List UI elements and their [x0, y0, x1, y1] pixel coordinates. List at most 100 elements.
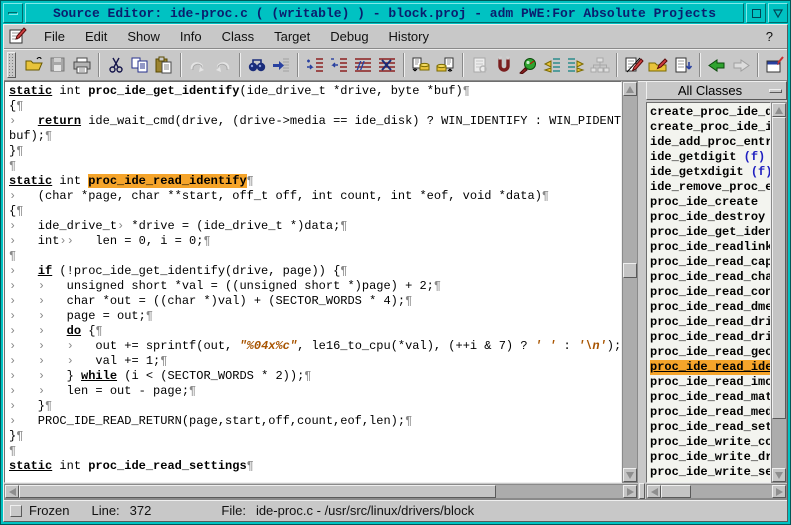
editor-hscrollbar[interactable] [4, 484, 638, 499]
diff-left-button[interactable] [540, 52, 564, 78]
print-icon [72, 56, 92, 74]
classes-vscroll-trough[interactable] [772, 117, 786, 468]
scroll-up-button[interactable] [772, 103, 786, 117]
menu-edit[interactable]: Edit [75, 26, 117, 47]
frozen-toggle[interactable] [10, 505, 22, 517]
toolbar-separator [616, 53, 618, 77]
class-list-item[interactable]: create_proc_ide_interfaces [650, 120, 770, 135]
window-menu-button[interactable] [3, 3, 23, 23]
check-in-button[interactable] [433, 52, 457, 78]
code-line: › › › out += sprintf(out, "%04x%c", le16… [9, 339, 621, 354]
undo-button[interactable] [186, 52, 210, 78]
pane-sash[interactable] [638, 81, 646, 499]
edit-file-button[interactable] [622, 52, 646, 78]
menu-history[interactable]: History [379, 26, 439, 47]
print-button[interactable] [70, 52, 94, 78]
forward-icon [731, 56, 751, 74]
paste-button[interactable] [152, 52, 176, 78]
class-list-item[interactable]: proc_ide_write_driver [650, 450, 770, 465]
class-list-item[interactable]: ide_add_proc_entries [650, 135, 770, 150]
redo-button[interactable] [210, 52, 234, 78]
toolbar-grip[interactable] [7, 52, 16, 78]
menu-show[interactable]: Show [117, 26, 170, 47]
class-list-item[interactable]: proc_ide_read_config [650, 285, 770, 300]
class-list-item[interactable]: proc_ide_read_channel [650, 270, 770, 285]
scroll-down-button[interactable] [623, 468, 637, 482]
uncomment-button[interactable] [375, 52, 399, 78]
class-list-item[interactable]: proc_ide_read_mate [650, 390, 770, 405]
menu-class[interactable]: Class [212, 26, 265, 47]
analyzer-button[interactable] [516, 52, 540, 78]
scroll-down-button[interactable] [772, 468, 786, 482]
class-list-item[interactable]: proc_ide_write_settings [650, 465, 770, 480]
hierarchy-button[interactable] [588, 52, 612, 78]
menu-file[interactable]: File [34, 26, 75, 47]
class-list-item[interactable]: proc_ide_read_drivers [650, 330, 770, 345]
class-list-item[interactable]: proc_ide_read_imodel [650, 375, 770, 390]
arrow-left-icon [9, 488, 16, 496]
scroll-left-button[interactable] [647, 485, 661, 498]
classes-hscrollbar[interactable] [646, 484, 787, 499]
class-list-item[interactable]: proc_ide_read_driver [650, 315, 770, 330]
editor-vscroll-trough[interactable] [623, 96, 637, 468]
menu-help[interactable]: ? [760, 26, 779, 47]
forward-button[interactable] [729, 52, 753, 78]
copy-button[interactable] [128, 52, 152, 78]
class-list-item[interactable]: proc_ide_read_media [650, 405, 770, 420]
editor-vscroll-thumb[interactable] [623, 263, 637, 278]
diff-right-button[interactable] [564, 52, 588, 78]
classes-hscroll-trough[interactable] [661, 485, 772, 498]
class-list-item[interactable]: ide_getxdigit (f) [650, 165, 770, 180]
scroll-right-button[interactable] [772, 485, 786, 498]
code-editor[interactable]: static int proc_ide_get_identify(ide_dri… [4, 81, 622, 483]
check-out-button[interactable] [409, 52, 433, 78]
comment-button[interactable]: // [351, 52, 375, 78]
editor-vscrollbar[interactable] [622, 81, 638, 483]
sash-grip[interactable] [639, 483, 645, 499]
menu-target[interactable]: Target [264, 26, 320, 47]
ifdef-remove-button[interactable] [327, 52, 351, 78]
cut-button[interactable] [104, 52, 128, 78]
class-list-item[interactable]: proc_ide_create [650, 195, 770, 210]
maximize-button[interactable] [746, 3, 766, 23]
find-button[interactable] [245, 52, 269, 78]
scroll-right-button[interactable] [623, 485, 637, 498]
class-list-item[interactable]: proc_ide_read_capacity [650, 255, 770, 270]
magnet-button[interactable] [492, 52, 516, 78]
classes-vscroll-thumb[interactable] [772, 117, 786, 419]
open-button[interactable] [22, 52, 46, 78]
edit-project-button[interactable] [646, 52, 670, 78]
class-list-item[interactable]: proc_ide_readlink [650, 240, 770, 255]
scroll-up-button[interactable] [623, 82, 637, 96]
back-button[interactable] [705, 52, 729, 78]
editor-hscroll-thumb[interactable] [19, 485, 496, 498]
class-list-item[interactable]: create_proc_ide_drives [650, 105, 770, 120]
class-list-item[interactable]: ide_getdigit (f) [650, 150, 770, 165]
menu-info[interactable]: Info [170, 26, 212, 47]
scroll-left-button[interactable] [5, 485, 19, 498]
class-list-item[interactable]: proc_ide_read_settings [650, 420, 770, 435]
classes-vscrollbar[interactable] [771, 102, 787, 483]
properties-button[interactable] [763, 52, 787, 78]
class-list-item[interactable]: ide_remove_proc_entries [650, 180, 770, 195]
goto-line-button[interactable] [269, 52, 293, 78]
class-list-item[interactable]: proc_ide_read_geometry [650, 345, 770, 360]
classes-hscroll-thumb[interactable] [661, 485, 691, 498]
class-list-item[interactable]: proc_ide_destroy [650, 210, 770, 225]
class-list-item[interactable]: proc_ide_write_config [650, 435, 770, 450]
code-line: buf);¶ [9, 129, 621, 144]
generate-doc-button[interactable] [468, 52, 492, 78]
class-list[interactable]: create_proc_ide_drivescreate_proc_ide_in… [646, 102, 771, 483]
menu-debug[interactable]: Debug [320, 26, 378, 47]
ifdef-insert-button[interactable] [303, 52, 327, 78]
save-button[interactable] [46, 52, 70, 78]
class-list-item[interactable]: proc_ide_read_identify [650, 360, 770, 375]
shade-button[interactable] [768, 3, 788, 23]
check-in-icon [435, 56, 455, 74]
class-list-item[interactable]: proc_ide_read_dmesg [650, 300, 770, 315]
all-classes-dropdown[interactable]: All Classes [646, 81, 787, 100]
editor-hscroll-trough[interactable] [19, 485, 623, 498]
reload-file-button[interactable] [671, 52, 695, 78]
class-list-item[interactable]: proc_ide_get_identify [650, 225, 770, 240]
ifdef-insert-icon [305, 56, 325, 74]
